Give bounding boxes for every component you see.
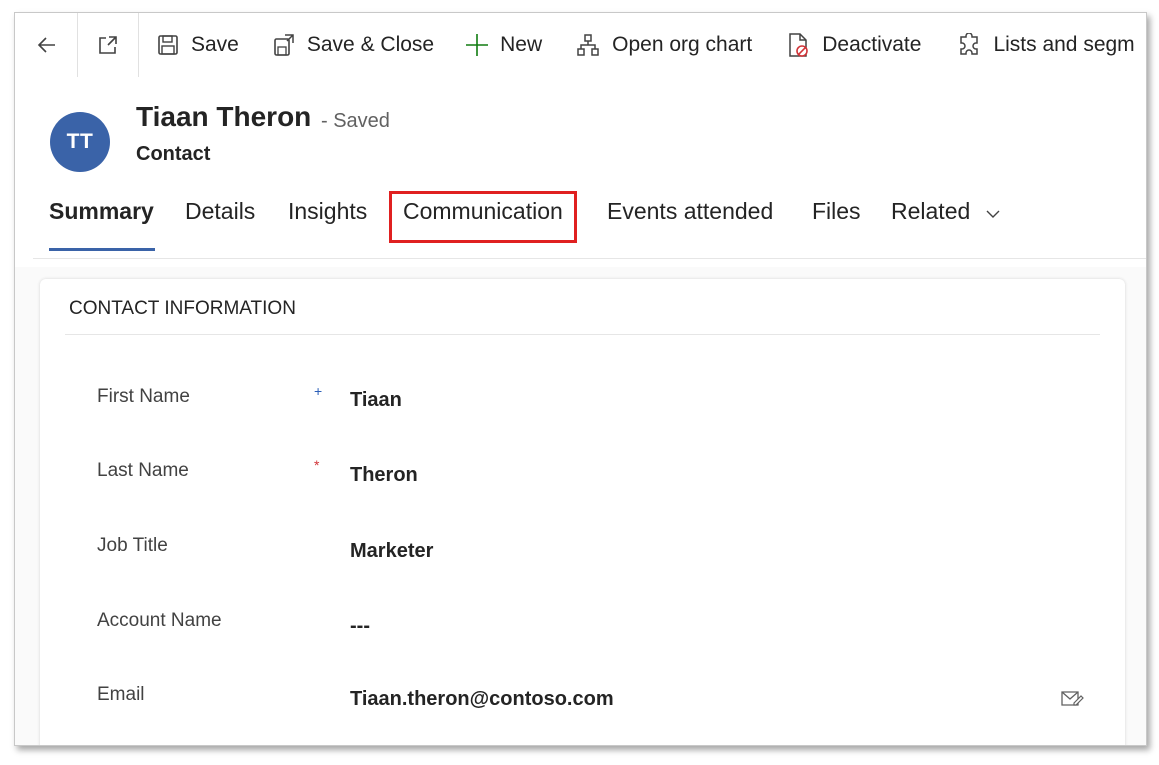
- tab-related-label: Related: [891, 198, 971, 224]
- job-title-label: Job Title: [97, 535, 168, 556]
- avatar: TT: [50, 112, 110, 172]
- first-name-label: First Name: [97, 386, 190, 407]
- toolbar-separator: [77, 13, 78, 77]
- save-label: Save: [191, 33, 239, 56]
- chevron-down-icon: [985, 199, 1001, 226]
- tab-communication[interactable]: Communication: [403, 198, 563, 225]
- first-name-field[interactable]: Tiaan: [350, 389, 402, 412]
- active-tab-indicator: [49, 248, 155, 251]
- record-title: Tiaan Theron: [136, 101, 312, 132]
- record-header: TT Tiaan Theron - Saved Contact Summary …: [15, 77, 1146, 267]
- command-bar: Save Save & Close New Open org chart Dea…: [15, 13, 1146, 77]
- required-indicator: *: [314, 457, 320, 473]
- tab-events-attended[interactable]: Events attended: [607, 198, 773, 225]
- save-button[interactable]: Save: [157, 25, 239, 65]
- header-divider: [33, 258, 1146, 259]
- org-chart-icon: [576, 33, 600, 57]
- account-name-label: Account Name: [97, 610, 222, 631]
- new-label: New: [500, 33, 543, 56]
- lists-and-segments-label: Lists and segm: [993, 33, 1135, 56]
- tab-related[interactable]: Related: [891, 198, 1001, 226]
- tab-details[interactable]: Details: [185, 198, 255, 225]
- lists-and-segments-button[interactable]: Lists and segm: [957, 25, 1135, 65]
- entity-type: Contact: [136, 143, 211, 165]
- last-name-label: Last Name: [97, 460, 189, 481]
- save-icon: [157, 34, 179, 56]
- send-email-icon[interactable]: [1060, 688, 1084, 713]
- toolbar-separator: [138, 13, 139, 77]
- app-window: Save Save & Close New Open org chart Dea…: [14, 12, 1147, 746]
- email-field[interactable]: Tiaan.theron@contoso.com: [350, 688, 614, 711]
- deactivate-button[interactable]: Deactivate: [786, 25, 921, 65]
- plus-icon: [464, 32, 490, 58]
- job-title-field[interactable]: Marketer: [350, 540, 433, 563]
- tab-summary[interactable]: Summary: [49, 198, 154, 225]
- section-divider: [65, 334, 1100, 335]
- open-org-chart-button[interactable]: Open org chart: [576, 25, 752, 65]
- save-status: - Saved: [321, 110, 390, 132]
- save-and-close-icon: [273, 33, 295, 57]
- tab-files[interactable]: Files: [812, 198, 861, 225]
- email-label: Email: [97, 684, 145, 705]
- deactivate-icon: [786, 32, 810, 58]
- contact-information-section: CONTACT INFORMATION First Name + Tiaan L…: [40, 279, 1125, 745]
- account-name-field[interactable]: ---: [350, 615, 370, 638]
- new-button[interactable]: New: [464, 25, 542, 65]
- deactivate-label: Deactivate: [822, 33, 922, 56]
- section-title: CONTACT INFORMATION: [69, 298, 296, 319]
- tab-insights[interactable]: Insights: [288, 198, 367, 225]
- puzzle-icon: [957, 33, 981, 57]
- last-name-field[interactable]: Theron: [350, 464, 418, 487]
- open-in-new-window-button[interactable]: [96, 25, 120, 65]
- open-in-new-window-icon: [96, 33, 120, 57]
- back-arrow-icon: [35, 33, 59, 57]
- save-and-close-button[interactable]: Save & Close: [273, 25, 434, 65]
- recommended-indicator: +: [314, 383, 323, 399]
- open-org-chart-label: Open org chart: [612, 33, 753, 56]
- save-and-close-label: Save & Close: [306, 33, 435, 56]
- back-button[interactable]: [35, 25, 59, 65]
